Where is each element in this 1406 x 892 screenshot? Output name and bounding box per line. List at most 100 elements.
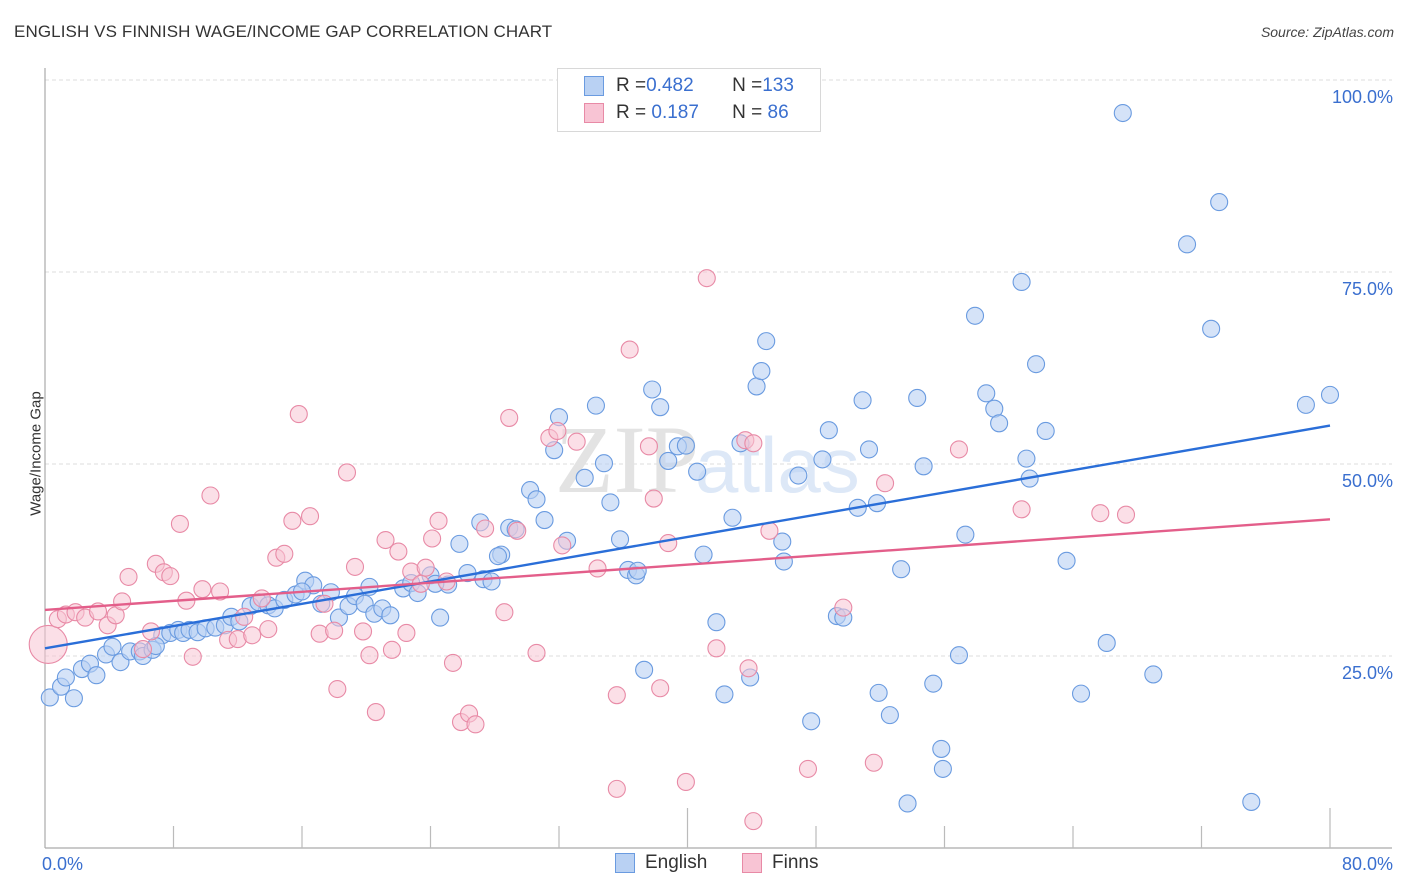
english-point <box>880 706 899 725</box>
english-point <box>853 391 872 410</box>
english-point <box>1320 385 1340 404</box>
finns-point <box>644 489 663 508</box>
english-point <box>575 468 594 487</box>
finns-point <box>389 542 408 561</box>
english-point <box>1177 235 1197 254</box>
finns-point <box>366 703 385 722</box>
finns-point <box>476 519 495 538</box>
x-tick-label: 0.0% <box>42 854 83 874</box>
english-point <box>1097 633 1116 652</box>
finns-point <box>588 559 607 578</box>
english-point <box>707 613 726 632</box>
english-point <box>431 608 450 627</box>
n-value: 86 <box>762 102 789 123</box>
finns-point <box>429 511 448 530</box>
finns-point <box>676 772 695 792</box>
finns-point <box>416 558 435 577</box>
finns-point <box>328 679 347 699</box>
english-point <box>752 362 771 381</box>
finns-point <box>651 679 670 698</box>
english-point <box>1202 319 1221 338</box>
finns-swatch <box>742 853 762 873</box>
gridlines <box>45 79 1392 657</box>
english-point <box>723 508 742 527</box>
finns-point <box>345 557 365 576</box>
legend-item-finns[interactable]: Finns <box>742 852 818 874</box>
finns-point <box>553 536 572 555</box>
finns-point <box>620 340 639 359</box>
english-point <box>774 552 793 571</box>
english-point <box>635 660 654 679</box>
finns-point <box>607 779 626 798</box>
finns-point <box>193 580 212 599</box>
x-tick-label: 80.0% <box>1342 854 1393 874</box>
english-point <box>594 454 614 473</box>
r-label: R = <box>616 102 647 123</box>
english-point <box>601 493 620 512</box>
english-point <box>1057 551 1076 570</box>
finns-point <box>607 686 626 705</box>
english-point <box>1113 103 1132 123</box>
y-axis-label: Wage/Income Gap <box>27 391 45 516</box>
n-label: N = <box>732 102 763 123</box>
english-point <box>651 398 670 417</box>
finns-point <box>201 486 220 505</box>
finns-points <box>28 269 1136 831</box>
english-point <box>908 388 927 408</box>
finns-point <box>500 408 519 427</box>
legend-label: English <box>645 852 708 873</box>
legend-item-english[interactable]: English <box>615 852 707 874</box>
source-credit: Source: ZipAtlas.com <box>1260 24 1394 40</box>
english-point <box>949 646 969 665</box>
finns-point <box>508 521 527 540</box>
english-point <box>1144 665 1163 684</box>
finns-point <box>133 640 153 659</box>
finns-point <box>119 567 138 586</box>
finns-point <box>170 514 189 533</box>
y-tick-label: 75.0% <box>1342 279 1393 299</box>
english-point <box>535 511 554 530</box>
finns-point <box>252 589 271 608</box>
finns-trend-line <box>44 518 1331 612</box>
finns-point <box>697 269 716 288</box>
finns-point <box>360 646 379 665</box>
english-point <box>869 683 888 702</box>
finns-point <box>1116 505 1136 524</box>
finns-point <box>864 753 883 772</box>
english-point <box>482 572 501 591</box>
finns-point <box>707 639 726 658</box>
finns-point <box>744 812 763 831</box>
english-point <box>87 666 106 685</box>
finns-point <box>275 544 294 563</box>
scatter-chart: ZIPatlas 25.0%50.0%75.0%100.0%0.0% 80.0% <box>28 68 1393 874</box>
finns-point <box>183 647 202 666</box>
english-point <box>676 436 695 455</box>
finns-point <box>235 607 254 626</box>
finns-point <box>876 474 895 493</box>
english-point <box>757 332 776 351</box>
r-value: 0.187 <box>646 102 699 123</box>
english-point <box>977 384 996 403</box>
english-point <box>450 534 469 553</box>
finns-point <box>423 529 442 548</box>
y-tick-label: 25.0% <box>1342 663 1393 683</box>
y-tick-label: 100.0% <box>1332 87 1393 107</box>
english-point <box>859 440 879 459</box>
finns-point <box>113 592 132 611</box>
english-point <box>892 560 911 579</box>
english-point <box>64 689 83 708</box>
finns-point <box>639 437 659 456</box>
english-point <box>610 530 630 549</box>
english-point <box>586 396 605 415</box>
english-point <box>488 547 508 566</box>
english-point <box>932 739 951 758</box>
finns-point <box>744 434 763 453</box>
finns-point <box>495 603 514 622</box>
english-point <box>819 421 838 440</box>
english-point <box>990 414 1009 433</box>
finns-point <box>259 620 278 639</box>
finns-point <box>161 567 180 586</box>
finns-point <box>548 421 567 441</box>
english-point <box>802 712 821 731</box>
english-point <box>914 457 933 476</box>
